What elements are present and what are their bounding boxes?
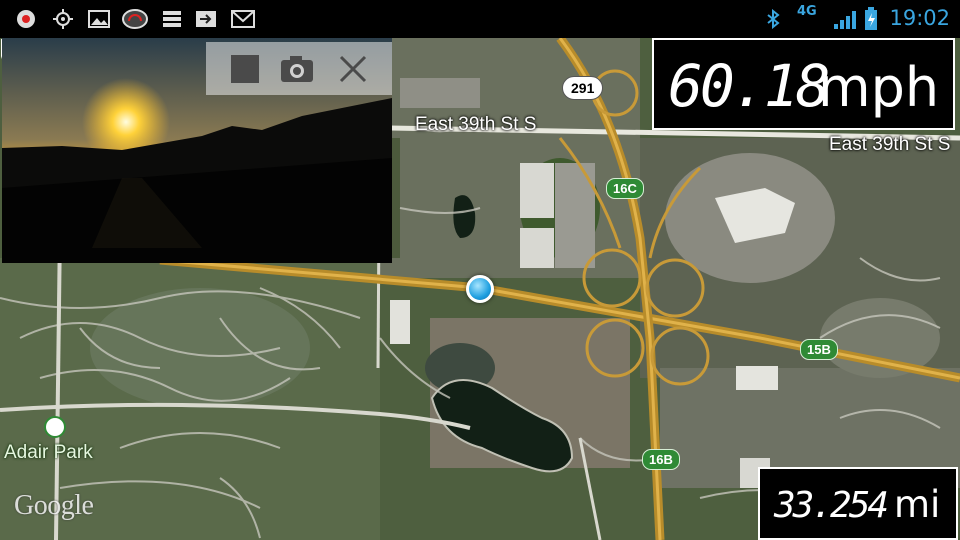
park-label[interactable]: Adair Park [4,442,93,464]
exit-badge: 16C [606,178,644,199]
record-icon [17,10,35,28]
distance-readout: 33.254 mi [758,467,958,540]
street-label: East 39th St S [415,114,537,135]
park-icon[interactable] [44,416,66,438]
gps-icon [53,9,73,29]
distance-value: 33.254 [774,485,889,526]
speed-value: 60.18 [668,52,831,120]
speed-readout: 60.18 mph [652,38,955,130]
exit-badge: 16B [642,449,680,470]
google-logo: Google [14,490,94,521]
clock: 19:02 [889,6,950,30]
arrow-icon [196,11,216,27]
gmail-icon [231,10,255,28]
signal-icon [834,11,856,29]
speed-unit: mph [818,56,940,119]
speedometer-icon [122,9,148,29]
list-icon [163,11,181,27]
gallery-icon [88,10,110,28]
route-badge: 291 [562,76,604,100]
battery-icon [865,7,877,30]
close-icon[interactable] [334,50,372,88]
status-bar: 4G 19:02 [0,0,960,38]
street-label: East 39th St S [829,134,951,155]
exit-badge: 15B [800,339,838,360]
bluetooth-icon [767,9,780,29]
current-location-marker [466,275,494,303]
network-type: 4G [797,4,817,19]
distance-unit: mi [894,483,941,526]
camera-controls [206,42,392,95]
stop-icon[interactable] [226,50,264,88]
camera-icon[interactable] [278,50,316,88]
